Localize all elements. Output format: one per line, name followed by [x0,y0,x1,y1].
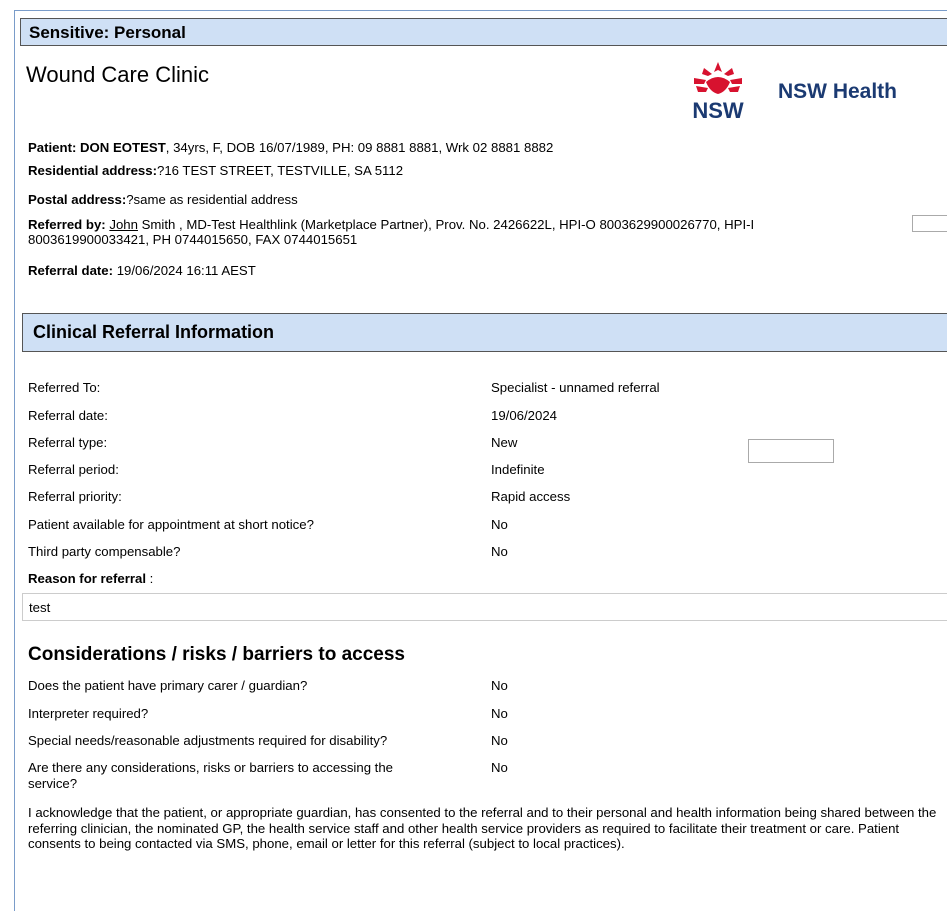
residential-address-label: Residential address: [28,163,157,178]
short-notice-label: Patient available for appointment at sho… [28,517,314,532]
patient-label: Patient: DON EOTEST [28,140,166,155]
referred-by-line: Referred by: John Smith , MD-Test Health… [28,217,754,232]
postal-address-value: ?same as residential address [126,192,298,207]
primary-carer-value: No [491,678,508,693]
referral-type-label: Referral type: [28,435,108,450]
residential-address-line: Residential address:?16 TEST STREET, TES… [28,163,403,178]
referrer-name-link[interactable]: John [109,217,138,232]
sensitivity-label: Sensitive: Personal [29,23,186,42]
referrer-details-line2: 8003619900033421, PH 0744015650, FAX 074… [28,232,358,247]
referral-date-row-label: Referral date: [28,408,108,423]
reason-for-referral-value: test [29,600,51,615]
postal-address-line: Postal address:?same as residential addr… [28,192,298,207]
postal-address-label: Postal address: [28,192,127,207]
referral-date-line: Referral date: 19/06/2024 16:11 AEST [28,263,256,278]
reason-for-referral-colon: : [146,571,154,586]
referral-period-value: Indefinite [491,462,545,477]
special-needs-value: No [491,733,508,748]
referred-to-label: Referred To: [28,380,101,395]
special-needs-label: Special needs/reasonable adjustments req… [28,733,388,748]
referred-to-value: Specialist - unnamed referral [491,380,660,395]
referral-date-label: Referral date: [28,263,114,278]
residential-address-value: ?16 TEST STREET, TESTVILLE, SA 5112 [157,163,404,178]
reason-for-referral-field: test [22,593,947,621]
primary-carer-label: Does the patient have primary carer / gu… [28,678,308,693]
referrer-details: Smith , MD-Test Healthlink (Marketplace … [137,217,755,232]
barriers-label: Are there any considerations, risks or b… [28,760,394,775]
nsw-health-brand: NSW Health [778,80,898,103]
referred-by-label: Referred by: [28,217,106,232]
consent-statement: I acknowledge that the patient, or appro… [28,805,937,851]
sensitivity-banner: Sensitive: Personal [20,18,947,46]
reason-for-referral-label: Reason for referral [28,571,146,586]
considerations-heading: Considerations / risks / barriers to acc… [28,644,406,665]
clinical-section-header: Clinical Referral Information [22,313,947,352]
third-party-label: Third party compensable? [28,544,181,559]
referral-period-label: Referral period: [28,462,119,477]
referral-type-value: New [491,435,518,450]
clinic-title: Wound Care Clinic [26,62,210,87]
nsw-logo-text: NSW [692,98,744,122]
nsw-waratah-logo: NSW [692,62,744,122]
short-notice-value: No [491,517,508,532]
third-party-value: No [491,544,508,559]
referral-date-row-value: 19/06/2024 [491,408,558,423]
referral-priority-label: Referral priority: [28,489,122,504]
clinical-section-title: Clinical Referral Information [33,322,275,342]
reason-for-referral-line: Reason for referral : [28,571,153,586]
hpi-i-field [912,215,947,232]
barriers-label-line2: service? [28,776,78,791]
barriers-value: No [491,760,508,775]
patient-details: , 34yrs, F, DOB 16/07/1989, PH: 09 8881 … [165,140,554,155]
interpreter-label: Interpreter required? [28,706,149,721]
referral-type-input-box [748,439,834,463]
referral-priority-value: Rapid access [491,489,571,504]
patient-line: Patient: DON EOTEST, 34yrs, F, DOB 16/07… [28,140,553,155]
referral-date-value: 19/06/2024 16:11 AEST [113,263,256,278]
interpreter-value: No [491,706,508,721]
